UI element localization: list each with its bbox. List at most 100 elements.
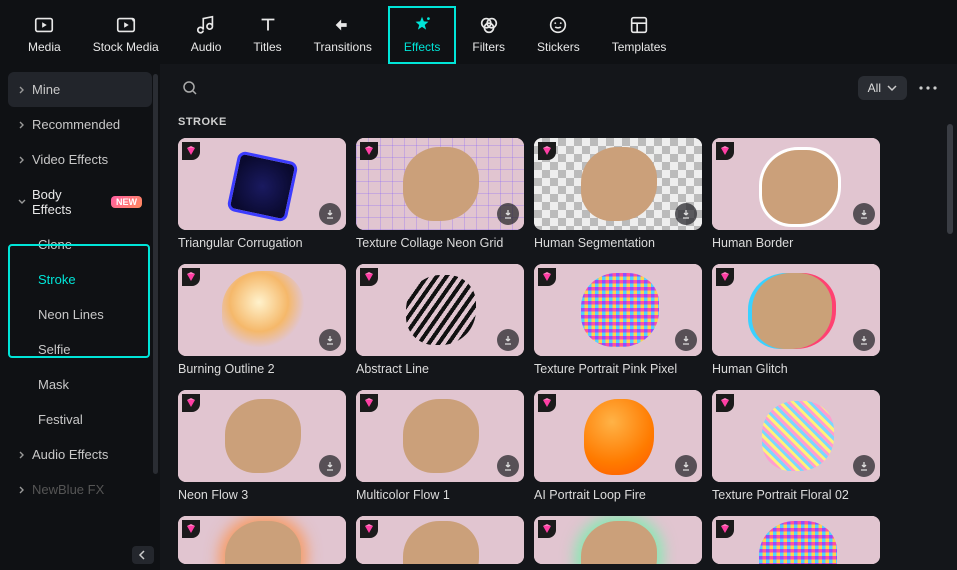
sidebar-item-mask[interactable]: Mask bbox=[8, 367, 152, 402]
effect-card[interactable]: Texture Portrait Pink Pixel bbox=[534, 264, 702, 376]
stickers-icon bbox=[547, 14, 569, 36]
sidebar-item-festival[interactable]: Festival bbox=[8, 402, 152, 437]
effect-card[interactable]: Multicolor Flow 1 bbox=[356, 390, 524, 502]
topnav-item-media[interactable]: Media bbox=[12, 6, 77, 64]
effect-thumbnail[interactable] bbox=[534, 138, 702, 230]
effect-card[interactable]: Burning Outline 2 bbox=[178, 264, 346, 376]
download-button[interactable] bbox=[675, 203, 697, 225]
topnav-label: Templates bbox=[612, 40, 667, 54]
effect-card[interactable]: Triangular Corrugation bbox=[178, 138, 346, 250]
effect-card-label: Multicolor Flow 1 bbox=[356, 488, 524, 502]
download-button[interactable] bbox=[675, 455, 697, 477]
effect-thumbnail[interactable] bbox=[178, 264, 346, 356]
effect-card[interactable]: Texture Collage Neon Grid bbox=[356, 138, 524, 250]
effect-thumbnail[interactable] bbox=[712, 264, 880, 356]
media-icon bbox=[33, 14, 55, 36]
effect-thumbnail[interactable] bbox=[178, 390, 346, 482]
effect-thumbnail[interactable] bbox=[712, 390, 880, 482]
effect-thumbnail[interactable] bbox=[534, 390, 702, 482]
sidebar-item-label: Audio Effects bbox=[32, 447, 108, 462]
content-right-controls: All bbox=[858, 76, 939, 100]
topnav-item-stickers[interactable]: Stickers bbox=[521, 6, 596, 64]
topnav-label: Audio bbox=[191, 40, 222, 54]
sidebar-item-label: Clone bbox=[38, 237, 72, 252]
effect-card[interactable]: Human Segmentation bbox=[534, 138, 702, 250]
effect-card-label: AI Portrait Loop Fire bbox=[534, 488, 702, 502]
download-button[interactable] bbox=[853, 203, 875, 225]
download-button[interactable] bbox=[853, 455, 875, 477]
download-button[interactable] bbox=[675, 329, 697, 351]
effect-card-label: Texture Portrait Pink Pixel bbox=[534, 362, 702, 376]
sidebar-item-recommended[interactable]: Recommended bbox=[8, 107, 152, 142]
effect-thumbnail[interactable] bbox=[356, 516, 524, 564]
sidebar-item-neon-lines[interactable]: Neon Lines bbox=[8, 297, 152, 332]
sidebar-item-audio-effects[interactable]: Audio Effects bbox=[8, 437, 152, 472]
sidebar-item-label: Video Effects bbox=[32, 152, 108, 167]
effect-card[interactable]: Neon Flow 3 bbox=[178, 390, 346, 502]
effect-card[interactable]: AI Portrait Loop Fire bbox=[534, 390, 702, 502]
download-button[interactable] bbox=[497, 455, 519, 477]
effects-grid: Triangular CorrugationTexture Collage Ne… bbox=[178, 138, 939, 564]
topnav-item-transitions[interactable]: Transitions bbox=[298, 6, 388, 64]
effect-thumbnail[interactable] bbox=[712, 138, 880, 230]
effect-card[interactable]: Texture Portrait Floral 02 bbox=[712, 390, 880, 502]
download-button[interactable] bbox=[319, 455, 341, 477]
sidebar-item-body-effects[interactable]: Body EffectsNEW bbox=[8, 177, 152, 227]
topnav-item-filters[interactable]: Filters bbox=[456, 6, 521, 64]
topnav-item-titles[interactable]: Titles bbox=[237, 6, 297, 64]
effect-card-label: Human Segmentation bbox=[534, 236, 702, 250]
effect-card[interactable]: Human Border bbox=[712, 138, 880, 250]
sidebar-item-stroke[interactable]: Stroke bbox=[8, 262, 152, 297]
download-button[interactable] bbox=[497, 203, 519, 225]
sidebar-item-label: Recommended bbox=[32, 117, 120, 132]
effect-thumbnail[interactable] bbox=[534, 264, 702, 356]
effect-card[interactable]: Abstract Line bbox=[356, 264, 524, 376]
chevron-right-icon bbox=[18, 451, 26, 459]
topnav-item-templates[interactable]: Templates bbox=[596, 6, 683, 64]
search-button[interactable] bbox=[178, 76, 202, 100]
topnav-label: Titles bbox=[253, 40, 281, 54]
filter-dropdown[interactable]: All bbox=[858, 76, 907, 100]
download-button[interactable] bbox=[853, 329, 875, 351]
sidebar-item-newblue-fx[interactable]: NewBlue FX bbox=[8, 472, 152, 507]
sidebar-collapse-button[interactable] bbox=[132, 546, 154, 564]
thumbnail-art bbox=[356, 516, 524, 564]
topnav-item-audio[interactable]: Audio bbox=[175, 6, 238, 64]
more-button[interactable] bbox=[917, 77, 939, 99]
download-button[interactable] bbox=[497, 329, 519, 351]
premium-badge bbox=[360, 394, 378, 412]
effect-card[interactable] bbox=[712, 516, 880, 564]
topnav-label: Stickers bbox=[537, 40, 580, 54]
effect-card[interactable]: Human Glitch bbox=[712, 264, 880, 376]
sidebar-scrollbar[interactable] bbox=[153, 74, 158, 474]
premium-badge bbox=[360, 268, 378, 286]
effect-card[interactable] bbox=[178, 516, 346, 564]
sidebar-item-mine[interactable]: Mine bbox=[8, 72, 152, 107]
content-scrollbar[interactable] bbox=[947, 124, 953, 234]
premium-badge bbox=[182, 268, 200, 286]
topnav-label: Stock Media bbox=[93, 40, 159, 54]
effect-card[interactable] bbox=[356, 516, 524, 564]
topnav-item-stock-media[interactable]: Stock Media bbox=[77, 6, 175, 64]
content-toolbar: All bbox=[178, 74, 939, 108]
effect-thumbnail[interactable] bbox=[356, 390, 524, 482]
download-button[interactable] bbox=[319, 329, 341, 351]
sidebar-item-video-effects[interactable]: Video Effects bbox=[8, 142, 152, 177]
effect-thumbnail[interactable] bbox=[712, 516, 880, 564]
chevron-right-icon bbox=[18, 86, 26, 94]
effect-card-label: Texture Portrait Floral 02 bbox=[712, 488, 880, 502]
effect-thumbnail[interactable] bbox=[356, 264, 524, 356]
effect-thumbnail[interactable] bbox=[178, 138, 346, 230]
effect-thumbnail[interactable] bbox=[356, 138, 524, 230]
effect-thumbnail[interactable] bbox=[534, 516, 702, 564]
topnav-item-effects[interactable]: Effects bbox=[388, 6, 456, 64]
effect-card[interactable] bbox=[534, 516, 702, 564]
sidebar-item-clone[interactable]: Clone bbox=[8, 227, 152, 262]
effect-card-label: Abstract Line bbox=[356, 362, 524, 376]
sidebar-item-selfie[interactable]: Selfie bbox=[8, 332, 152, 367]
premium-badge bbox=[538, 394, 556, 412]
sidebar-item-label: Festival bbox=[38, 412, 83, 427]
effect-thumbnail[interactable] bbox=[178, 516, 346, 564]
stock-media-icon bbox=[115, 14, 137, 36]
download-button[interactable] bbox=[319, 203, 341, 225]
